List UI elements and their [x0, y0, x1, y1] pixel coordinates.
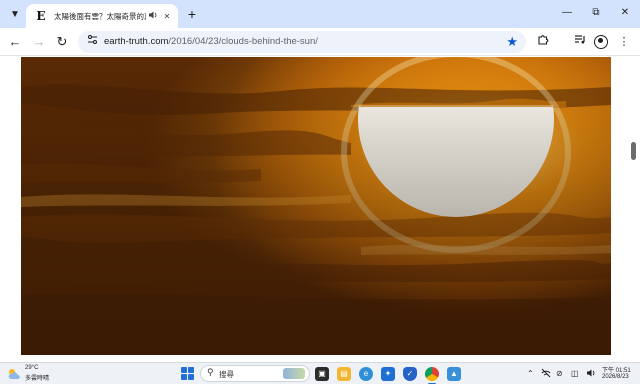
browser-toolbar: ← → ↻ earth-truth.com/2016/04/23/clouds-…: [0, 28, 640, 77]
plus-icon: +: [187, 6, 197, 22]
chrome-browser-icon[interactable]: [425, 367, 439, 384]
reload-button[interactable]: ↻: [52, 32, 72, 52]
do-not-disturb-icon[interactable]: ⊘: [556, 368, 563, 380]
tune-icon: [87, 35, 97, 44]
url-path: /2016/04/23/clouds-behind-the-sun/: [168, 36, 318, 47]
close-tab-button[interactable]: ✕: [160, 12, 174, 21]
site-info-button[interactable]: [84, 34, 100, 50]
reload-icon: ↻: [56, 34, 68, 49]
media-controls-button[interactable]: [570, 32, 590, 52]
weather-temperature[interactable]: 29°C: [25, 365, 38, 371]
close-icon: ✕: [620, 7, 630, 18]
network-icon[interactable]: [541, 368, 551, 382]
tab-title: 太陽後面有雲？太陽奇景的真: [54, 11, 146, 21]
chevron-up-icon[interactable]: ⌃: [527, 368, 534, 380]
url-host: earth-truth.com: [104, 36, 169, 47]
chrome-menu-button[interactable]: ⋮: [614, 32, 634, 52]
clock-date[interactable]: 2026/8/23: [602, 374, 629, 380]
clock-time[interactable]: 下午 01:51: [602, 365, 631, 374]
extensions-button[interactable]: [533, 32, 553, 52]
puzzle-icon: [538, 35, 549, 45]
weather-partly-cloudy-icon[interactable]: [7, 367, 21, 379]
close-icon: ✕: [163, 11, 171, 21]
arrow-right-icon: →: [32, 34, 46, 49]
edge-browser-icon[interactable]: e: [359, 367, 373, 381]
url-text[interactable]: earth-truth.com/2016/04/23/clouds-behind…: [104, 36, 318, 47]
back-button[interactable]: ←: [5, 32, 25, 52]
new-tab-button[interactable]: +: [183, 5, 201, 23]
profile-icon[interactable]: [594, 35, 608, 49]
media-queue-icon: [575, 35, 585, 44]
file-explorer-icon[interactable]: ▤: [337, 367, 351, 381]
kebab-menu-icon: ⋮: [618, 36, 630, 48]
minimize-icon: —: [562, 7, 572, 18]
scrollbar-thumb[interactable]: [631, 142, 636, 160]
display-icon[interactable]: ◫: [571, 368, 579, 380]
close-window-button[interactable]: ✕: [610, 4, 640, 22]
page-scrollbar[interactable]: [628, 57, 640, 362]
tab-strip: ▼ E 太陽後面有雲？太陽奇景的真 ✕ + — ⧉ ✕: [0, 0, 640, 28]
chevron-down-icon: ▼: [10, 8, 20, 20]
address-bar[interactable]: earth-truth.com/2016/04/23/clouds-behind…: [78, 31, 526, 53]
volume-icon[interactable]: [586, 368, 596, 382]
restore-button[interactable]: ⧉: [581, 4, 611, 22]
weather-description[interactable]: 多雲時晴: [25, 373, 49, 382]
active-tab[interactable]: E 太陽後面有雲？太陽奇景的真 ✕: [26, 4, 178, 28]
tab-search-button[interactable]: ▼: [5, 4, 25, 24]
arrow-left-icon: ←: [8, 34, 22, 49]
bookmark-star-icon[interactable]: ★: [506, 33, 518, 51]
shield-icon[interactable]: ✓: [403, 367, 417, 381]
page-content: [0, 57, 640, 362]
taskbar-search-box[interactable]: ⚲ 搜尋: [200, 365, 310, 382]
minimize-button[interactable]: —: [552, 4, 582, 22]
forward-button[interactable]: →: [29, 32, 49, 52]
windows-taskbar: 29°C 多雲時晴 ⚲ 搜尋 ▣ ▤ e ✦ ✓ ▲ ⌃ ⊘ ◫ 下午 01:5…: [0, 362, 640, 384]
speaker-icon[interactable]: [146, 10, 160, 22]
search-highlight-image: [283, 368, 305, 379]
sun-behind-clouds-photo: [21, 57, 611, 355]
app-icon[interactable]: ✦: [381, 367, 395, 381]
restore-icon: ⧉: [592, 7, 600, 18]
photos-app-icon[interactable]: ▲: [447, 367, 461, 381]
taskbar-search-placeholder: 搜尋: [219, 370, 234, 379]
start-button[interactable]: [181, 367, 194, 380]
site-favicon: E: [36, 9, 46, 23]
task-view-icon[interactable]: ▣: [315, 367, 329, 381]
search-icon: ⚲: [207, 367, 214, 377]
